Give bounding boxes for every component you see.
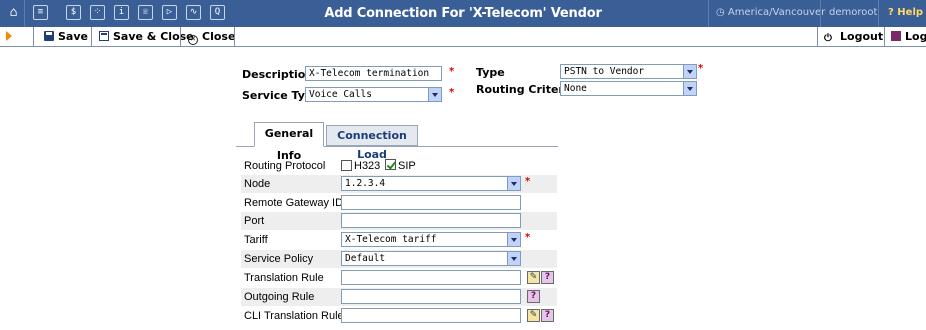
action-toolbar: Save Save & Close ✕ Close ⏻ Logout Log [0,27,926,47]
chevron-down-icon [507,252,520,265]
play-arrow-icon [6,31,12,41]
help-icon[interactable]: ? [541,309,554,322]
close-button[interactable]: ✕ Close [188,27,235,46]
sip-label: SIP [398,160,416,172]
tariff-select[interactable]: X-Telecom tariff [341,232,521,247]
log-button[interactable]: Log [891,27,926,46]
required-mark: * [525,232,531,243]
translation-rule-row: Translation Rule ✎ ? [241,269,557,287]
help-icon[interactable]: ? [527,290,540,303]
help-icon[interactable]: ? [541,271,554,284]
chevron-down-icon [683,65,696,78]
outgoing-rule-row: Outgoing Rule ? [241,288,557,306]
help-link[interactable]: ? Help [888,7,923,18]
log-icon [891,31,901,41]
required-mark: * [698,63,704,74]
description-label: Description [242,68,314,81]
type-select[interactable]: PSTN to Vendor [560,64,697,79]
clock-icon: ◷ [716,7,725,18]
port-label: Port [244,215,265,227]
node-select[interactable]: 1.2.3.4 [341,176,521,191]
outgoing-rule-input[interactable] [341,289,521,304]
remote-gateway-input[interactable] [341,195,521,210]
h323-label: H323 [354,160,381,172]
required-mark: * [525,176,531,187]
required-mark: * [449,66,455,77]
outgoing-rule-label: Outgoing Rule [244,291,315,303]
wand-icon[interactable]: ✎ [527,271,540,284]
port-row: Port [241,212,557,230]
service-policy-select[interactable]: Default [341,251,521,266]
port-input[interactable] [341,213,521,228]
close-icon: ✕ [188,35,198,45]
node-label: Node [244,178,271,190]
top-navigation-bar: ⌂ ≡ $ ⁘ i ☏ ▷ ∿ Q Add Connection For 'X-… [0,0,926,27]
timezone-link[interactable]: ◷ America/Vancouver [716,7,825,18]
cli-translation-rule-label: CLI Translation Rule [244,310,344,322]
chevron-down-icon [507,233,520,246]
user-link[interactable]: demoroot [829,7,877,18]
remote-gateway-row: Remote Gateway ID [241,194,557,212]
chevron-down-icon [683,82,696,95]
service-policy-label: Service Policy [244,253,314,265]
node-row: Node 1.2.3.4 * [241,175,557,193]
tariff-label: Tariff [244,234,268,246]
required-mark: * [449,87,455,98]
description-input[interactable]: X-Telecom termination [305,66,442,81]
cli-translation-rule-row: CLI Translation Rule ✎ ? [241,307,557,325]
remote-gateway-label: Remote Gateway ID [244,197,344,209]
service-policy-row: Service Policy Default [241,250,557,268]
routing-protocol-row: Routing Protocol H323 SIP [241,157,557,175]
chevron-down-icon [428,88,441,101]
translation-rule-label: Translation Rule [244,272,324,284]
tab-connection-load[interactable]: Connection Load [326,125,418,161]
save-button[interactable]: Save [44,27,88,46]
floppy-icon [44,31,54,41]
floppy-outline-icon [99,31,109,41]
service-type-select[interactable]: Voice Calls [305,87,442,102]
chevron-down-icon [507,177,520,190]
logout-icon: ⏻ [824,33,832,44]
help-icon: ? [888,7,894,18]
h323-checkbox[interactable] [341,160,352,171]
cli-translation-rule-input[interactable] [341,308,521,323]
type-label: Type [476,66,505,79]
sip-checkbox[interactable] [385,159,396,170]
routing-criteria-select[interactable]: None [560,81,697,96]
logout-button[interactable]: ⏻ Logout [824,27,883,46]
tab-general-info[interactable]: General Info [254,122,324,162]
translation-rule-input[interactable] [341,270,521,285]
wand-icon[interactable]: ✎ [527,309,540,322]
routing-protocol-label: Routing Protocol [244,160,326,172]
tariff-row: Tariff X-Telecom tariff * [241,231,557,249]
